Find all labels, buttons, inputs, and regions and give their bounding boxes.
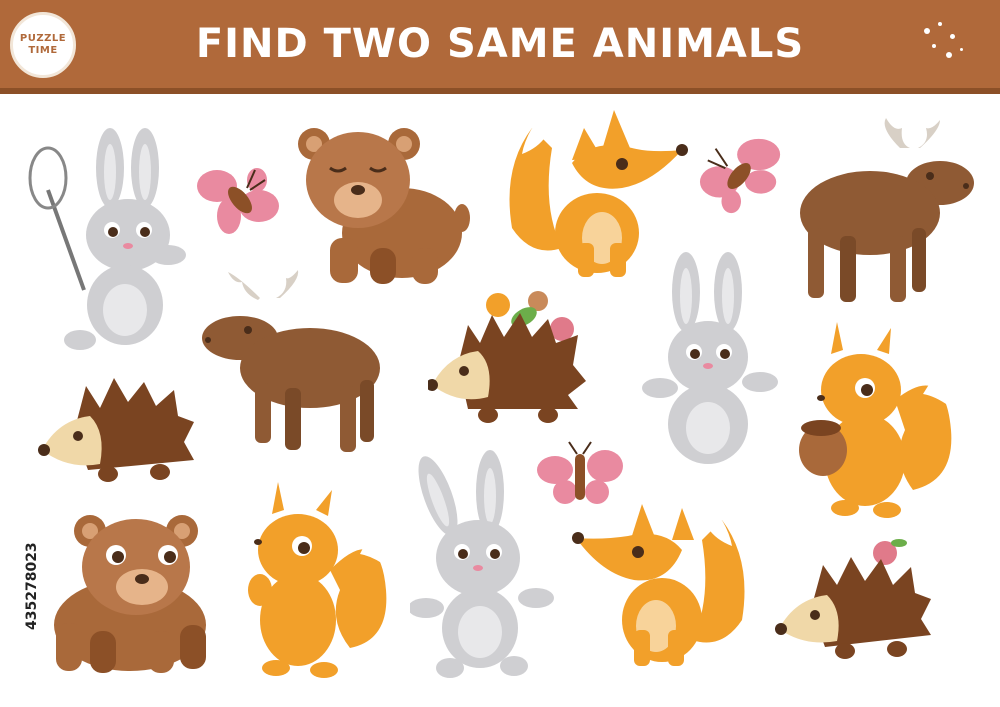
squirrel-icon: [248, 482, 387, 678]
animal-fox-2[interactable]: [572, 500, 752, 672]
butterfly-icon: [197, 168, 279, 234]
header-divider: [0, 88, 1000, 94]
animal-butterfly-2[interactable]: [698, 132, 786, 220]
animal-hedgehog-1[interactable]: [428, 285, 588, 427]
animal-bear-1[interactable]: [292, 118, 472, 293]
decorative-dots-icon: [920, 20, 970, 70]
animal-hedgehog-2[interactable]: [38, 372, 196, 484]
hedgehog-icon: [775, 539, 931, 659]
animal-bunny-3[interactable]: [410, 448, 560, 680]
page-title: FIND TWO SAME ANIMALS: [195, 21, 805, 67]
bunny-icon: [410, 450, 554, 678]
animal-squirrel-1[interactable]: [795, 320, 955, 522]
butterfly-icon: [699, 138, 781, 214]
moose-icon: [800, 118, 974, 302]
animal-bear-2[interactable]: [30, 505, 215, 680]
animal-moose-2[interactable]: [200, 268, 390, 458]
animal-squirrel-2[interactable]: [240, 480, 390, 680]
fox-icon: [572, 504, 745, 666]
stock-id: 435278023: [4, 470, 40, 630]
animal-butterfly-1[interactable]: [195, 158, 285, 246]
bunny-icon: [642, 252, 778, 464]
squirrel-icon: [799, 322, 952, 518]
bear-icon: [298, 128, 470, 284]
moose-icon: [202, 270, 380, 452]
bear-icon: [54, 515, 206, 673]
hedgehog-icon: [38, 378, 194, 482]
animal-bunny-2[interactable]: [640, 252, 780, 468]
animal-hedgehog-3[interactable]: [775, 535, 935, 663]
hedgehog-icon: [428, 291, 586, 423]
bunny-icon: [28, 128, 186, 350]
animal-moose-1[interactable]: [790, 118, 980, 308]
animal-bunny-1[interactable]: [20, 120, 190, 360]
